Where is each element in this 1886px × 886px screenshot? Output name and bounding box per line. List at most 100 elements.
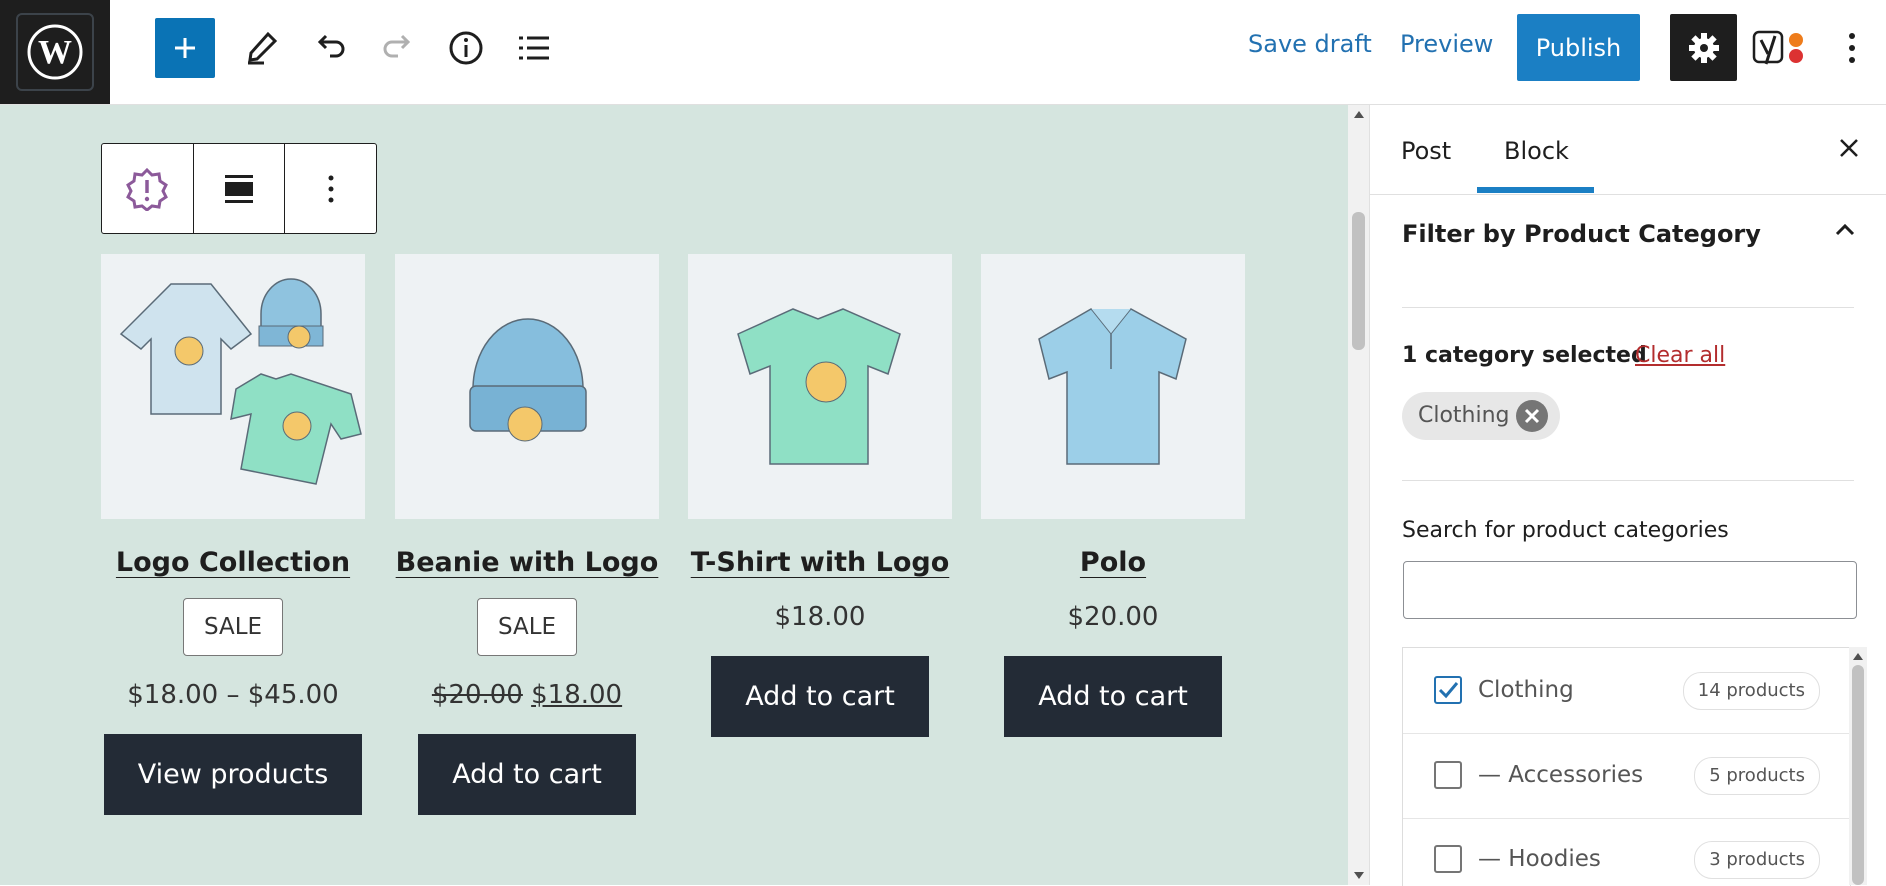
redo-icon xyxy=(383,34,411,58)
yoast-icon xyxy=(1752,30,1803,65)
category-checkbox[interactable] xyxy=(1434,761,1462,789)
tab-post[interactable]: Post xyxy=(1401,137,1451,165)
redo-button[interactable] xyxy=(368,18,428,78)
checkmark-icon xyxy=(1438,682,1459,699)
pencil-icon xyxy=(248,31,278,65)
product-card: Beanie with Logo SALE $20.00 $18.00 Add … xyxy=(395,254,659,815)
details-button[interactable] xyxy=(436,18,496,78)
list-item[interactable]: — Hoodies 3 products xyxy=(1403,818,1850,886)
product-card: Polo $20.00 Add to cart xyxy=(981,254,1245,737)
scroll-up-arrow-icon[interactable] xyxy=(1354,111,1364,118)
gear-icon xyxy=(1688,32,1719,63)
product-price: $20.00 xyxy=(1067,602,1159,632)
block-type-button[interactable] xyxy=(102,144,194,233)
product-title[interactable]: Logo Collection xyxy=(101,547,365,578)
warning-badge-icon xyxy=(126,167,169,211)
yoast-seo-button[interactable] xyxy=(1752,28,1814,68)
product-image[interactable] xyxy=(981,254,1245,519)
options-menu-button[interactable] xyxy=(1840,28,1864,68)
block-toolbar xyxy=(101,143,377,234)
preview-button[interactable]: Preview xyxy=(1400,30,1493,58)
active-tab-indicator xyxy=(1477,187,1594,193)
hoodie-beanie-tshirt-image xyxy=(119,278,362,485)
add-to-cart-button[interactable]: Add to cart xyxy=(418,734,636,815)
product-price: $18.00 xyxy=(774,602,866,632)
tools-button[interactable] xyxy=(232,18,292,78)
wordpress-logo-button[interactable]: W xyxy=(0,0,110,104)
product-price: $18.00 – $45.00 xyxy=(127,680,339,710)
clear-all-link[interactable]: Clear all xyxy=(1635,343,1725,368)
beanie-image xyxy=(469,318,587,442)
info-icon xyxy=(449,31,483,65)
align-button[interactable] xyxy=(194,144,286,233)
product-title[interactable]: Beanie with Logo xyxy=(395,547,659,578)
product-image[interactable] xyxy=(101,254,365,519)
list-item[interactable]: — Accessories 5 products xyxy=(1403,733,1850,819)
product-title[interactable]: T-Shirt with Logo xyxy=(688,547,952,578)
scroll-up-arrow-icon[interactable] xyxy=(1853,653,1863,660)
category-label: — Accessories xyxy=(1478,762,1644,788)
search-label: Search for product categories xyxy=(1402,518,1729,543)
list-item[interactable]: Clothing 14 products xyxy=(1403,648,1850,734)
tshirt-image xyxy=(737,308,901,465)
add-to-cart-button[interactable]: Add to cart xyxy=(711,656,929,737)
regular-price: $20.00 xyxy=(431,680,523,710)
publish-button[interactable]: Publish xyxy=(1517,14,1640,81)
list-view-button[interactable] xyxy=(504,18,564,78)
product-card: T-Shirt with Logo $18.00 Add to cart xyxy=(688,254,952,737)
category-list: Clothing 14 products — Accessories 5 pro… xyxy=(1402,647,1851,886)
divider xyxy=(1402,307,1854,308)
product-count-badge: 5 products xyxy=(1694,757,1820,795)
chip-label: Clothing xyxy=(1418,403,1510,428)
add-to-cart-button[interactable]: Add to cart xyxy=(1004,656,1222,737)
category-checkbox[interactable] xyxy=(1434,845,1462,873)
product-count-badge: 3 products xyxy=(1694,841,1820,879)
divider xyxy=(1402,480,1854,481)
close-sidebar-button[interactable] xyxy=(1836,135,1862,161)
category-search-input[interactable] xyxy=(1403,561,1857,619)
more-vertical-icon xyxy=(328,175,334,202)
scrollbar-thumb[interactable] xyxy=(1852,665,1864,885)
sale-price: $18.00 xyxy=(531,680,623,710)
remove-chip-button[interactable] xyxy=(1516,400,1548,432)
product-count-badge: 14 products xyxy=(1682,672,1820,710)
scroll-down-arrow-icon[interactable] xyxy=(1354,872,1364,879)
block-options-button[interactable] xyxy=(285,144,376,233)
sale-badge: SALE xyxy=(182,598,284,656)
category-list-scrollbar[interactable] xyxy=(1849,647,1867,885)
scrollbar-thumb[interactable] xyxy=(1352,212,1365,350)
undo-button[interactable] xyxy=(300,18,360,78)
sale-badge: SALE xyxy=(476,598,578,656)
save-draft-button[interactable]: Save draft xyxy=(1248,30,1372,58)
editor-header: W Save draft Preview Publish xyxy=(0,0,1886,105)
category-label: — Hoodies xyxy=(1478,846,1601,872)
category-checkbox[interactable] xyxy=(1434,676,1462,704)
collapse-panel-button[interactable] xyxy=(1834,221,1856,237)
add-block-button[interactable] xyxy=(155,18,215,78)
svg-text:W: W xyxy=(38,34,72,71)
product-image[interactable] xyxy=(688,254,952,519)
product-image[interactable] xyxy=(395,254,659,519)
view-products-button[interactable]: View products xyxy=(103,734,363,815)
settings-sidebar: Post Block Filter by Product Category 1 … xyxy=(1369,105,1886,886)
product-price: $20.00 $18.00 xyxy=(395,680,659,710)
undo-icon xyxy=(317,34,345,58)
settings-button[interactable] xyxy=(1670,14,1737,81)
close-icon xyxy=(1840,139,1858,157)
wordpress-icon: W xyxy=(16,13,94,91)
align-wide-icon xyxy=(225,174,253,203)
editor-canvas[interactable]: Logo Collection SALE $18.00 – $45.00 Vie… xyxy=(0,105,1348,885)
list-view-icon xyxy=(519,36,549,60)
more-vertical-icon xyxy=(1849,33,1855,63)
plus-icon xyxy=(175,38,195,58)
product-title[interactable]: Polo xyxy=(981,547,1245,578)
remove-icon xyxy=(1524,408,1540,424)
chevron-up-icon xyxy=(1835,223,1855,236)
selected-category-chip: Clothing xyxy=(1402,392,1560,440)
selected-count: 1 category selected xyxy=(1402,343,1647,368)
tab-block[interactable]: Block xyxy=(1504,137,1569,165)
sidebar-tabs: Post Block xyxy=(1370,105,1886,195)
polo-image xyxy=(1038,308,1187,465)
panel-title[interactable]: Filter by Product Category xyxy=(1402,220,1761,248)
canvas-scrollbar[interactable] xyxy=(1348,105,1369,885)
